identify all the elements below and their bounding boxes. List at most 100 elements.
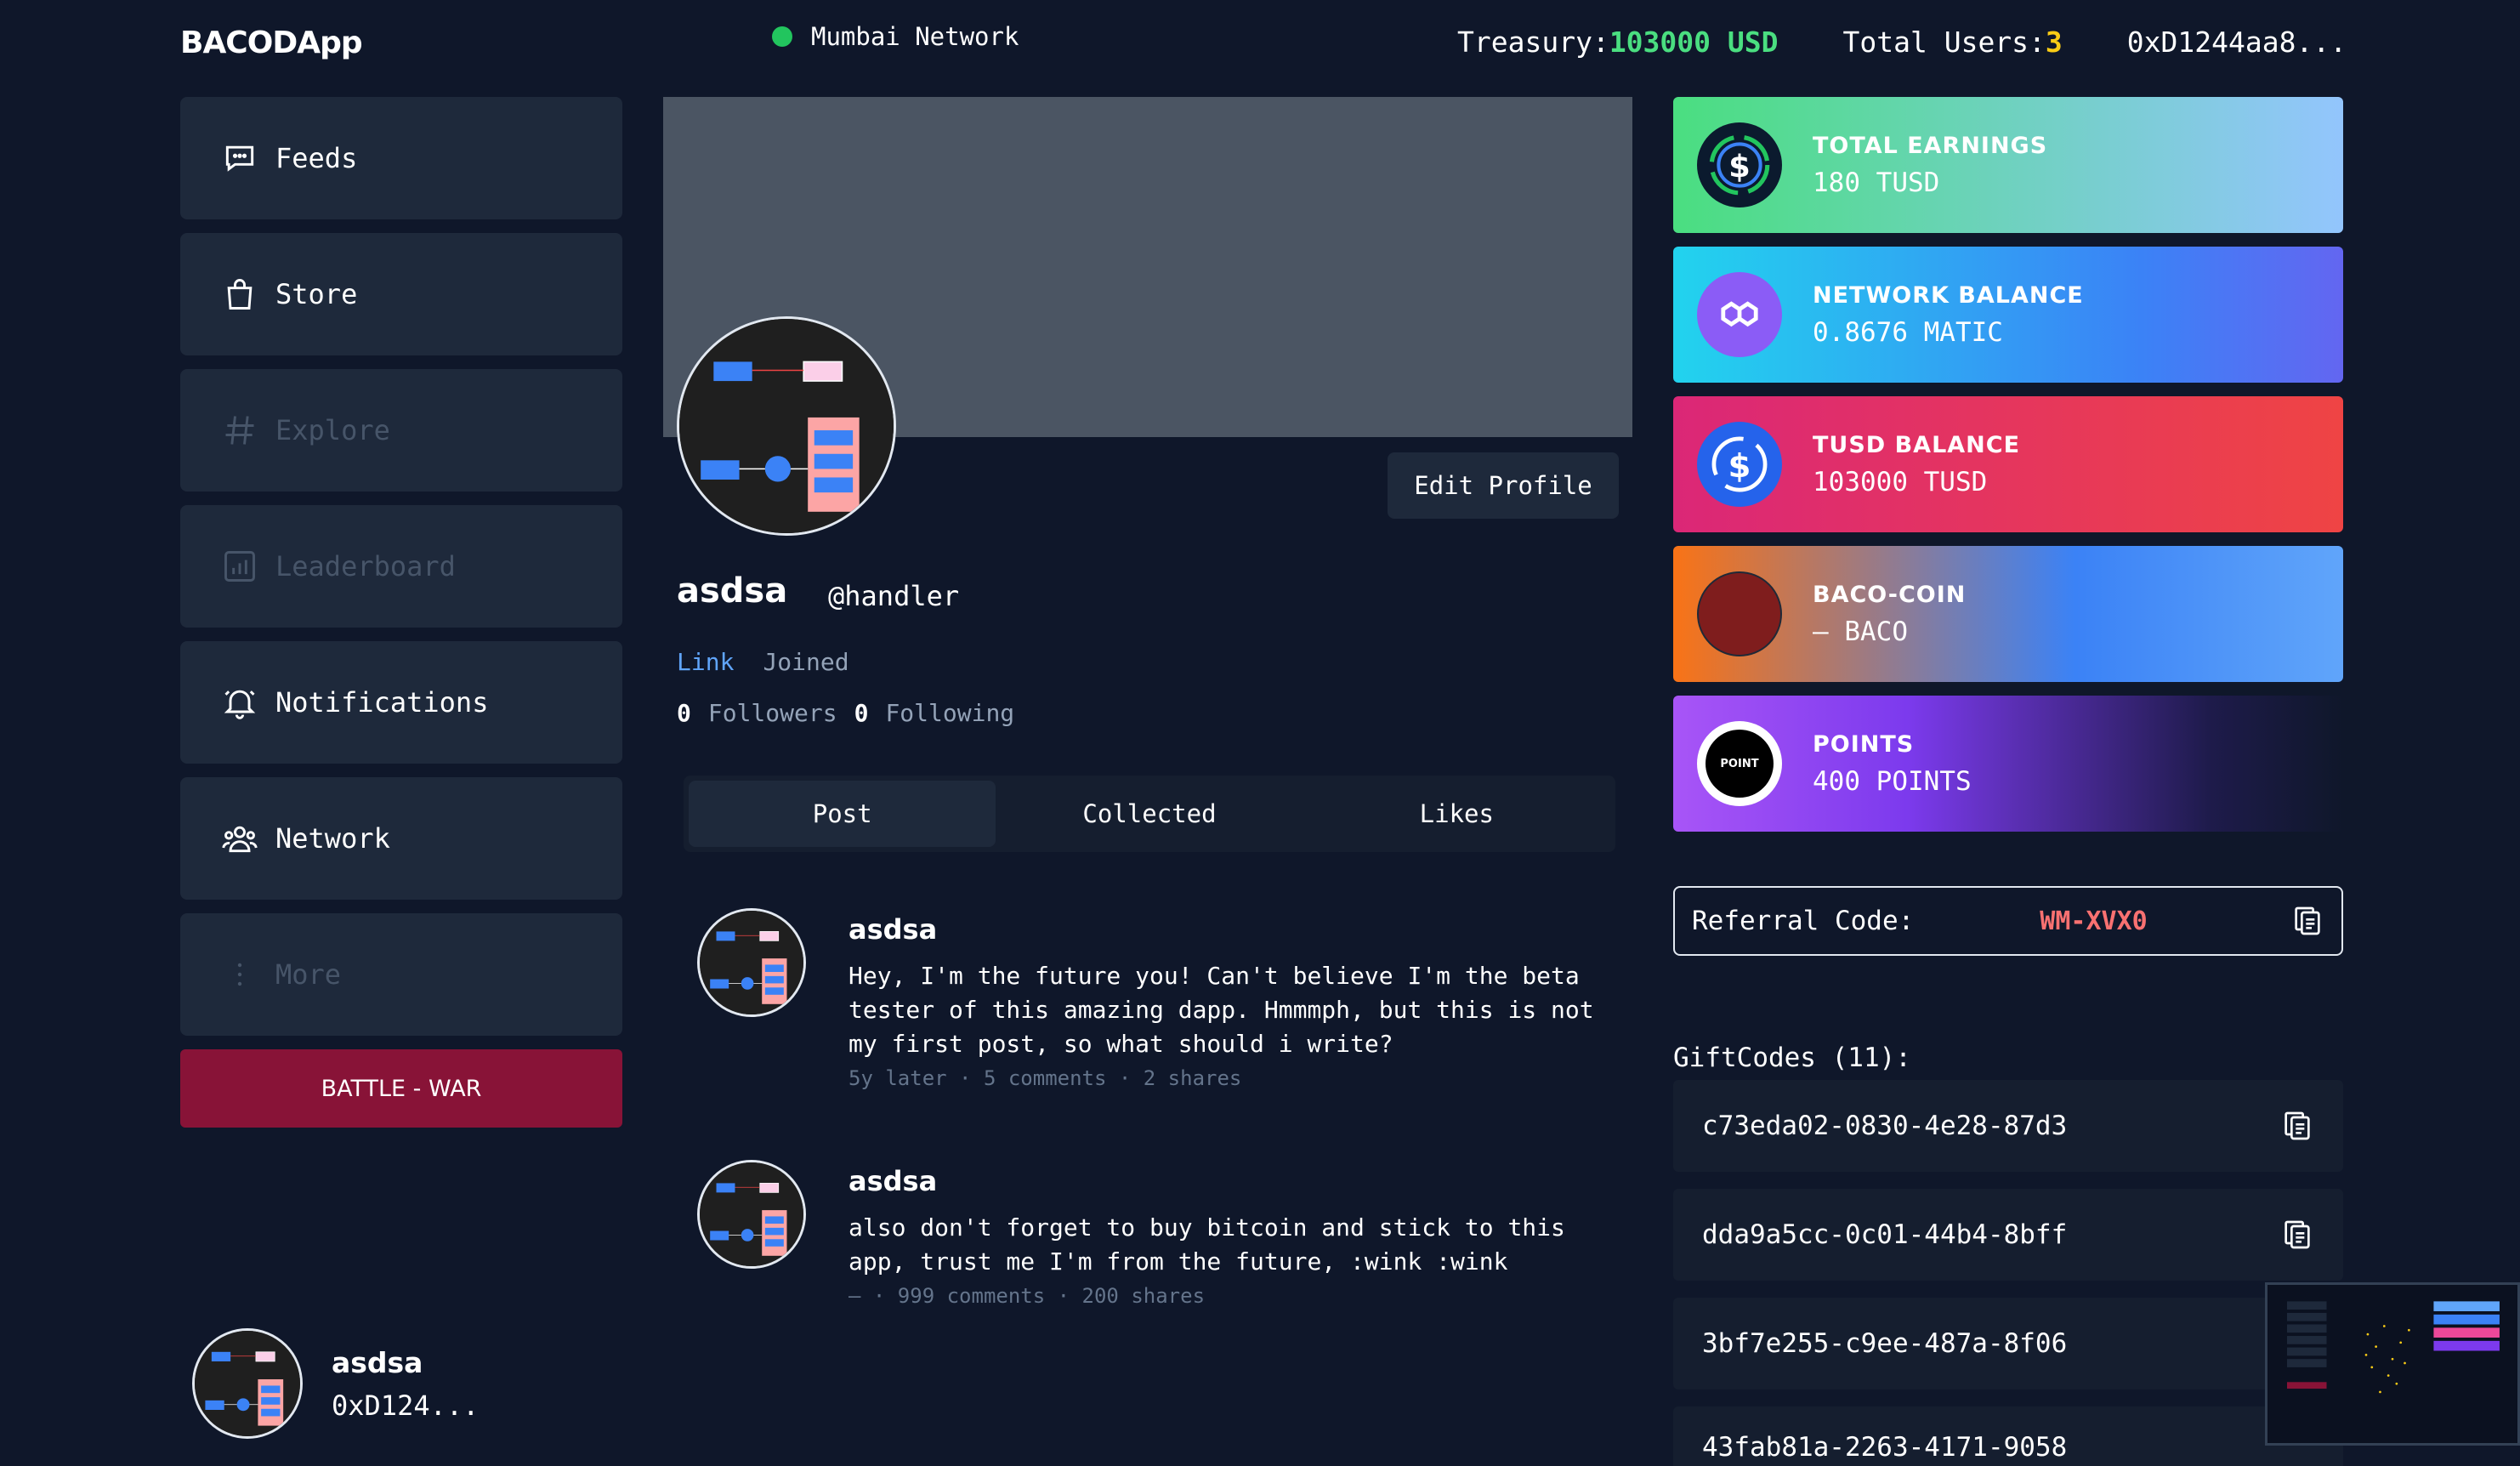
current-user[interactable]: asdsa 0xD124... <box>192 1328 479 1439</box>
shopping-bag-icon <box>227 279 253 310</box>
giftcodes-title: GiftCodes (11): <box>1673 1043 1911 1073</box>
tab-likes[interactable]: Likes <box>1303 781 1610 847</box>
sidebar-item-label: Store <box>275 278 358 310</box>
sidebar-item-more[interactable]: More <box>180 913 622 1036</box>
point-icon: POINT <box>1697 721 1782 806</box>
joined-label: Joined <box>763 648 849 676</box>
profile-link[interactable]: Link <box>677 648 734 676</box>
referral-code: WM-XVX0 <box>2040 906 2148 936</box>
giftcode-item: dda9a5cc-0c01-44b4-8bff <box>1673 1189 2343 1281</box>
edit-profile-button[interactable]: Edit Profile <box>1388 452 1619 519</box>
post-author[interactable]: asdsa <box>849 913 1614 946</box>
hash-icon <box>225 416 254 445</box>
card-points: POINT POINTS 400 POINTS <box>1673 696 2343 832</box>
svg-text:$: $ <box>1728 148 1751 185</box>
giftcode-value: 43fab81a-2263-4171-9058 <box>1702 1432 2068 1463</box>
tab-post[interactable]: Post <box>689 781 996 847</box>
bell-icon <box>224 690 256 719</box>
card-total-earnings: $ TOTAL EARNINGS 180 TUSD <box>1673 97 2343 233</box>
network-indicator: Mumbai Network <box>772 22 1019 51</box>
sidebar-item-label: Leaderboard <box>275 550 456 582</box>
network-name: Mumbai Network <box>811 22 1019 51</box>
card-value: 400 POINTS <box>1813 765 1972 797</box>
profile-links: Link Joined <box>677 648 849 676</box>
card-title: NETWORK BALANCE <box>1813 281 2084 309</box>
followers-count: 0 <box>677 699 691 727</box>
post-meta: – · 999 comments · 200 shares <box>849 1284 1206 1308</box>
app-brand[interactable]: BACODApp <box>180 26 363 60</box>
users-label: Total Users: <box>1842 26 2046 59</box>
profile-name: asdsa <box>677 571 788 611</box>
screen-preview-thumbnail[interactable] <box>2265 1282 2520 1446</box>
card-value: 180 TUSD <box>1813 167 1940 198</box>
users-icon <box>222 826 258 853</box>
avatar <box>697 1160 806 1269</box>
post-item[interactable]: asdsa Hey, I'm the future you! Can't bel… <box>697 908 1614 1090</box>
tab-collected[interactable]: Collected <box>996 781 1303 847</box>
profile-handle: @handler <box>828 580 960 612</box>
usd-coin-icon: $ <box>1697 422 1782 507</box>
baco-coin-icon <box>1697 571 1782 656</box>
users-value: 3 <box>2045 26 2063 59</box>
follow-stats: 0 Followers 0 Following <box>677 699 1014 727</box>
treasury-label: Treasury: <box>1457 26 1609 59</box>
dollar-coin-icon: $ <box>1697 122 1782 207</box>
more-vertical-icon <box>237 963 242 986</box>
treasury-value: 103000 USD <box>1609 26 1779 59</box>
card-title: TUSD BALANCE <box>1813 431 2021 458</box>
referral-code-box: Referral Code: WM-XVX0 <box>1673 886 2343 956</box>
wallet-address[interactable]: 0xD1244aa8... <box>2127 26 2347 59</box>
header-stats: Treasury: 103000 USD Total Users: 3 0xD1… <box>1457 26 2347 59</box>
battle-war-button[interactable]: BATTLE - WAR <box>180 1049 622 1128</box>
point-icon-label: POINT <box>1706 730 1774 798</box>
sidebar-item-notifications[interactable]: Notifications <box>180 641 622 764</box>
profile-avatar <box>677 316 896 536</box>
referral-label: Referral Code: <box>1692 906 1915 936</box>
sidebar-item-label: Notifications <box>275 686 489 719</box>
post-text: also don't forget to buy bitcoin and sti… <box>849 1213 1565 1276</box>
sidebar-item-feeds[interactable]: Feeds <box>180 97 622 219</box>
sidebar-item-label: Network <box>275 822 390 855</box>
profile-tabs: Post Collected Likes <box>684 776 1615 852</box>
followers-label[interactable]: Followers <box>708 699 837 727</box>
following-count: 0 <box>854 699 869 727</box>
current-user-address: 0xD124... <box>332 1389 480 1422</box>
sidebar-item-leaderboard[interactable]: Leaderboard <box>180 505 622 628</box>
sidebar-item-store[interactable]: Store <box>180 233 622 355</box>
chat-icon <box>225 145 254 172</box>
card-tusd-balance: $ TUSD BALANCE 103000 TUSD <box>1673 396 2343 532</box>
copy-icon[interactable] <box>2280 1218 2314 1252</box>
giftcode-item: 3bf7e255-c9ee-487a-8f06 <box>1673 1298 2343 1389</box>
copy-icon[interactable] <box>2280 1109 2314 1143</box>
giftcode-value: c73eda02-0830-4e28-87d3 <box>1702 1111 2068 1141</box>
avatar <box>192 1328 303 1439</box>
sidebar-item-explore[interactable]: Explore <box>180 369 622 492</box>
giftcode-value: 3bf7e255-c9ee-487a-8f06 <box>1702 1328 2068 1359</box>
following-label[interactable]: Following <box>885 699 1014 727</box>
giftcode-item: c73eda02-0830-4e28-87d3 <box>1673 1080 2343 1172</box>
card-network-balance: NETWORK BALANCE 0.8676 MATIC <box>1673 247 2343 383</box>
sidebar-item-label: More <box>275 958 342 991</box>
sidebar-item-label: Feeds <box>275 142 358 174</box>
polygon-icon <box>1697 272 1782 357</box>
card-value: – BACO <box>1813 616 1908 647</box>
card-value: 0.8676 MATIC <box>1813 316 2003 348</box>
giftcode-value: dda9a5cc-0c01-44b4-8bff <box>1702 1219 2068 1250</box>
card-value: 103000 TUSD <box>1813 466 1988 497</box>
card-title: POINTS <box>1813 730 1915 758</box>
card-title: BACO-COIN <box>1813 581 1967 608</box>
status-dot-icon <box>772 26 792 47</box>
copy-icon[interactable] <box>2290 904 2324 938</box>
sidebar-item-network[interactable]: Network <box>180 777 622 900</box>
post-meta: 5y later · 5 comments · 2 shares <box>849 1066 1242 1090</box>
post-item[interactable]: asdsa also don't forget to buy bitcoin a… <box>697 1160 1614 1308</box>
card-baco-coin: BACO-COIN – BACO <box>1673 546 2343 682</box>
chart-icon <box>224 551 255 582</box>
giftcode-item: 43fab81a-2263-4171-9058 <box>1673 1406 2343 1466</box>
sidebar-item-label: Explore <box>275 414 390 446</box>
card-title: TOTAL EARNINGS <box>1813 132 2048 159</box>
current-user-name: asdsa <box>332 1345 423 1379</box>
post-text: Hey, I'm the future you! Can't believe I… <box>849 962 1594 1058</box>
avatar <box>697 908 806 1017</box>
post-author[interactable]: asdsa <box>849 1165 1614 1197</box>
